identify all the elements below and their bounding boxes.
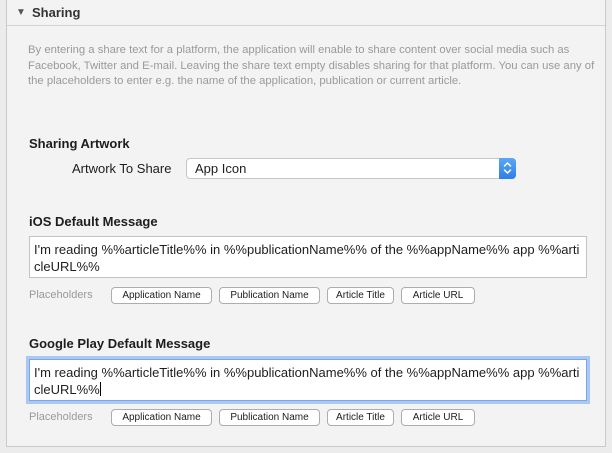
sharing-panel: ▼ Sharing By entering a share text for a… xyxy=(6,0,606,447)
ios-article-title-button[interactable]: Article Title xyxy=(327,286,394,304)
sharing-artwork-heading: Sharing Artwork xyxy=(29,136,130,151)
section-header[interactable]: ▼ Sharing xyxy=(7,0,605,26)
google-article-title-button[interactable]: Article Title xyxy=(327,408,394,426)
ios-default-message-heading: iOS Default Message xyxy=(29,214,158,229)
updown-chevron-icon[interactable] xyxy=(499,158,516,179)
google-placeholder-row: Placeholders Application Name Publicatio… xyxy=(29,408,482,426)
artwork-to-share-label: Artwork To Share xyxy=(72,161,172,176)
google-placeholders-label: Placeholders xyxy=(29,411,93,423)
google-play-message-text: I'm reading %%articleTitle%% in %%public… xyxy=(34,365,580,397)
ios-placeholders-label: Placeholders xyxy=(29,289,93,301)
google-publication-name-button[interactable]: Publication Name xyxy=(219,408,320,426)
google-play-default-message-heading: Google Play Default Message xyxy=(29,336,211,351)
ios-application-name-button[interactable]: Application Name xyxy=(111,286,212,304)
artwork-select-value: App Icon xyxy=(195,161,247,176)
ios-message-field[interactable]: I'm reading %%articleTitle%% in %%public… xyxy=(29,236,587,278)
section-title: Sharing xyxy=(32,5,81,20)
google-application-name-button[interactable]: Application Name xyxy=(111,408,212,426)
ios-publication-name-button[interactable]: Publication Name xyxy=(219,286,320,304)
artwork-select[interactable]: App Icon xyxy=(186,158,516,179)
sharing-description: By entering a share text for a platform,… xyxy=(28,44,595,87)
google-article-url-button[interactable]: Article URL xyxy=(401,408,475,426)
ios-placeholder-row: Placeholders Application Name Publicatio… xyxy=(29,286,482,304)
google-play-message-field[interactable]: I'm reading %%articleTitle%% in %%public… xyxy=(29,359,587,401)
ios-message-text: I'm reading %%articleTitle%% in %%public… xyxy=(34,242,580,274)
text-caret xyxy=(99,382,101,396)
disclosure-triangle-down-icon[interactable]: ▼ xyxy=(16,7,26,18)
ios-article-url-button[interactable]: Article URL xyxy=(401,286,475,304)
